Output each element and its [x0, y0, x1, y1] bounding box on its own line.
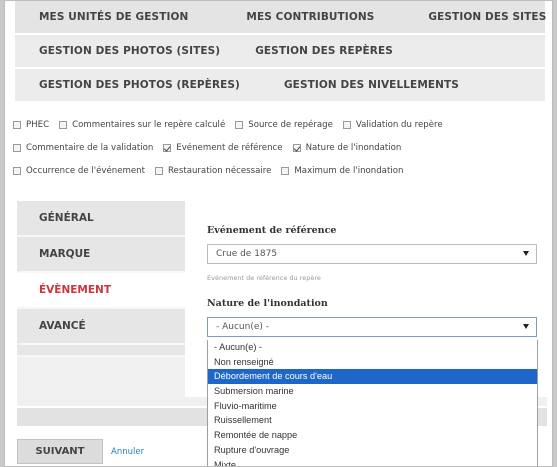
- checkbox-source[interactable]: [235, 120, 244, 129]
- dropdown-option[interactable]: Remontée de nappe: [208, 428, 537, 443]
- nature-label: Nature de l'inondation: [207, 298, 328, 309]
- nav-row-2: GESTION DES PHOTOS (SITES) GESTION DES R…: [15, 35, 545, 69]
- event-ref-select[interactable]: Crue de 1875: [207, 244, 537, 264]
- nav-gestion-des-nivellements[interactable]: GESTION DES NIVELLEMENTS: [284, 79, 459, 91]
- next-button[interactable]: SUIVANT: [17, 439, 103, 464]
- chevron-down-icon: [523, 251, 529, 256]
- top-navigation: MES UNITÉS DE GESTION MES CONTRIBUTIONS …: [15, 1, 546, 103]
- nav-row-1: MES UNITÉS DE GESTION MES CONTRIBUTIONS …: [15, 1, 546, 35]
- tab-evenement[interactable]: ÉVÈNEMENT: [17, 273, 185, 309]
- option-commentaire-validation[interactable]: Commentaire de la validation: [13, 143, 153, 153]
- nature-dropdown-list: - Aucun(e) - Non renseigné Débordement d…: [207, 340, 538, 467]
- dropdown-option[interactable]: Rupture d'ouvrage: [208, 443, 537, 458]
- checkbox-commentaires[interactable]: [59, 120, 68, 129]
- tab-avance[interactable]: AVANCÉ: [17, 309, 185, 345]
- nature-value: - Aucun(e) -: [216, 322, 269, 332]
- nav-gestion-photos-sites[interactable]: GESTION DES PHOTOS (SITES): [39, 45, 220, 57]
- dropdown-option-highlighted[interactable]: Débordement de cours d'eau: [208, 369, 537, 385]
- checkbox-commentaire-validation[interactable]: [13, 143, 21, 152]
- event-ref-help: Evénement de référence du repère: [207, 274, 321, 282]
- option-validation[interactable]: Validation du repère: [342, 120, 443, 130]
- dropdown-option[interactable]: Fluvio-maritime: [208, 399, 537, 414]
- cancel-link[interactable]: Annuler: [111, 447, 144, 457]
- dropdown-option[interactable]: Mixte: [208, 458, 537, 467]
- checkbox-phec[interactable]: [13, 120, 21, 129]
- nav-row-3: GESTION DES PHOTOS (REPÈRES) GESTION DES…: [15, 69, 545, 103]
- option-source[interactable]: Source de repérage: [235, 120, 333, 130]
- option-restauration[interactable]: Restauration nécessaire: [154, 166, 271, 176]
- option-nature-inondation[interactable]: Nature de l'inondation: [292, 143, 401, 153]
- checkbox-occurrence[interactable]: [13, 166, 21, 175]
- event-ref-label: Evénement de référence: [207, 225, 337, 236]
- option-commentaires[interactable]: Commentaires sur le repère calculé: [59, 120, 225, 130]
- nav-mes-contributions[interactable]: MES CONTRIBUTIONS: [246, 11, 374, 23]
- nav-mes-unites-de-gestion[interactable]: MES UNITÉS DE GESTION: [39, 11, 188, 23]
- tab-general[interactable]: GÉNÉRAL: [17, 201, 185, 237]
- chevron-down-icon: [523, 324, 529, 329]
- checkbox-maximum[interactable]: [281, 166, 290, 175]
- dropdown-option[interactable]: Non renseigné: [208, 355, 537, 370]
- tab-marque[interactable]: MARQUE: [17, 237, 185, 273]
- dropdown-option[interactable]: - Aucun(e) -: [208, 340, 537, 355]
- nav-gestion-photos-reperes[interactable]: GESTION DES PHOTOS (REPÈRES): [39, 79, 240, 91]
- tab-spacer: [17, 345, 185, 357]
- field-options: PHEC Commentaires sur le repère calculé …: [13, 113, 552, 182]
- option-occurrence[interactable]: Occurrence de l'événement: [13, 166, 145, 176]
- app-frame: MES UNITÉS DE GESTION MES CONTRIBUTIONS …: [4, 0, 553, 467]
- option-phec[interactable]: PHEC: [13, 120, 49, 130]
- option-evenement-reference[interactable]: Evénement de référence: [163, 143, 283, 153]
- dropdown-option[interactable]: Ruissellement: [208, 413, 537, 428]
- checkbox-nature-inondation[interactable]: [292, 143, 301, 152]
- event-ref-value: Crue de 1875: [216, 249, 278, 259]
- nav-gestion-des-sites[interactable]: GESTION DES SITES: [428, 11, 546, 23]
- checkbox-validation[interactable]: [342, 120, 351, 129]
- checkbox-restauration[interactable]: [154, 166, 163, 175]
- checkbox-evenement-reference[interactable]: [163, 143, 172, 152]
- option-maximum[interactable]: Maximum de l'inondation: [281, 166, 403, 176]
- nature-select[interactable]: - Aucun(e) -: [207, 317, 537, 337]
- dropdown-option[interactable]: Submersion marine: [208, 384, 537, 399]
- nav-gestion-des-reperes[interactable]: GESTION DES REPÈRES: [255, 45, 393, 57]
- vertical-tabs: GÉNÉRAL MARQUE ÉVÈNEMENT AVANCÉ: [17, 201, 185, 357]
